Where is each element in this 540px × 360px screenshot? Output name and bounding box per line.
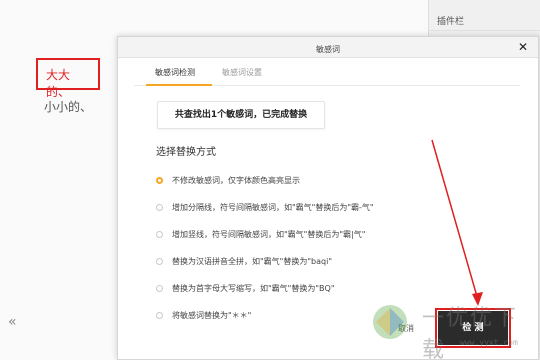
option-label: 增加竖线，符号间隔敏感词，如"霸气"替换后为"霸|气" [172,230,366,239]
option-initials[interactable]: 替换为首字母大写缩写，如"霸气"替换为"BQ" [156,275,374,302]
option-label: 增加分隔线，符号间隔敏感词，如"霸气"替换后为"霸-气" [172,203,374,212]
option-asterisks[interactable]: 将敏感词替换为"＊＊" [156,302,374,329]
option-label: 将敏感词替换为"＊＊" [172,311,252,320]
tab-sensitive-word-settings[interactable]: 敏感词设置 [222,67,262,78]
active-tab-indicator [146,84,212,86]
radio-selected-icon[interactable] [156,177,163,184]
option-full-pinyin[interactable]: 替换为汉语拼音全拼，如"霸气"替换为"baqi" [156,248,374,275]
radio-icon[interactable] [156,204,163,211]
option-label: 替换为首字母大写缩写，如"霸气"替换为"BQ" [172,284,335,293]
radio-icon[interactable] [156,285,163,292]
radio-icon[interactable] [156,312,163,319]
document-text[interactable]: 小小的、 [44,98,92,115]
divider [429,30,540,31]
replace-options: 不修改敏感词，仅字体颜色高亮显示 增加分隔线，符号间隔敏感词，如"霸气"替换后为… [156,167,374,329]
dialog-title: 敏感词 [316,45,340,54]
option-pipe-separator[interactable]: 增加竖线，符号间隔敏感词，如"霸气"替换后为"霸|气" [156,221,374,248]
dialog-header: 敏感词 ✕ [118,37,538,58]
watermark-text: 一优优下载 [422,306,519,360]
option-label: 不修改敏感词，仅字体颜色高亮显示 [172,176,300,185]
watermark-url: www.yyxt.com [460,338,518,347]
selected-text-highlight[interactable]: 大大的、 [36,58,100,99]
collapse-icon[interactable]: « [8,314,17,330]
close-icon[interactable]: ✕ [518,40,528,54]
section-title: 选择替换方式 [156,147,216,158]
radio-icon[interactable] [156,231,163,238]
option-dash-separator[interactable]: 增加分隔线，符号间隔敏感词，如"霸气"替换后为"霸-气" [156,194,374,221]
plugin-panel-title: 插件栏 [437,17,465,27]
watermark-logo-icon [373,305,407,339]
watermark: 一优优下载 www.yyxt.com [368,290,538,360]
option-label: 替换为汉语拼音全拼，如"霸气"替换为"baqi" [172,257,332,266]
result-message: 共查找出1个敏感词，已完成替换 [157,101,325,129]
option-highlight-only[interactable]: 不修改敏感词，仅字体颜色高亮显示 [156,167,374,194]
tab-sensitive-word-detection[interactable]: 敏感词检测 [155,67,195,78]
radio-icon[interactable] [156,258,163,265]
tab-bar: 敏感词检测 敏感词设置 [134,58,520,86]
